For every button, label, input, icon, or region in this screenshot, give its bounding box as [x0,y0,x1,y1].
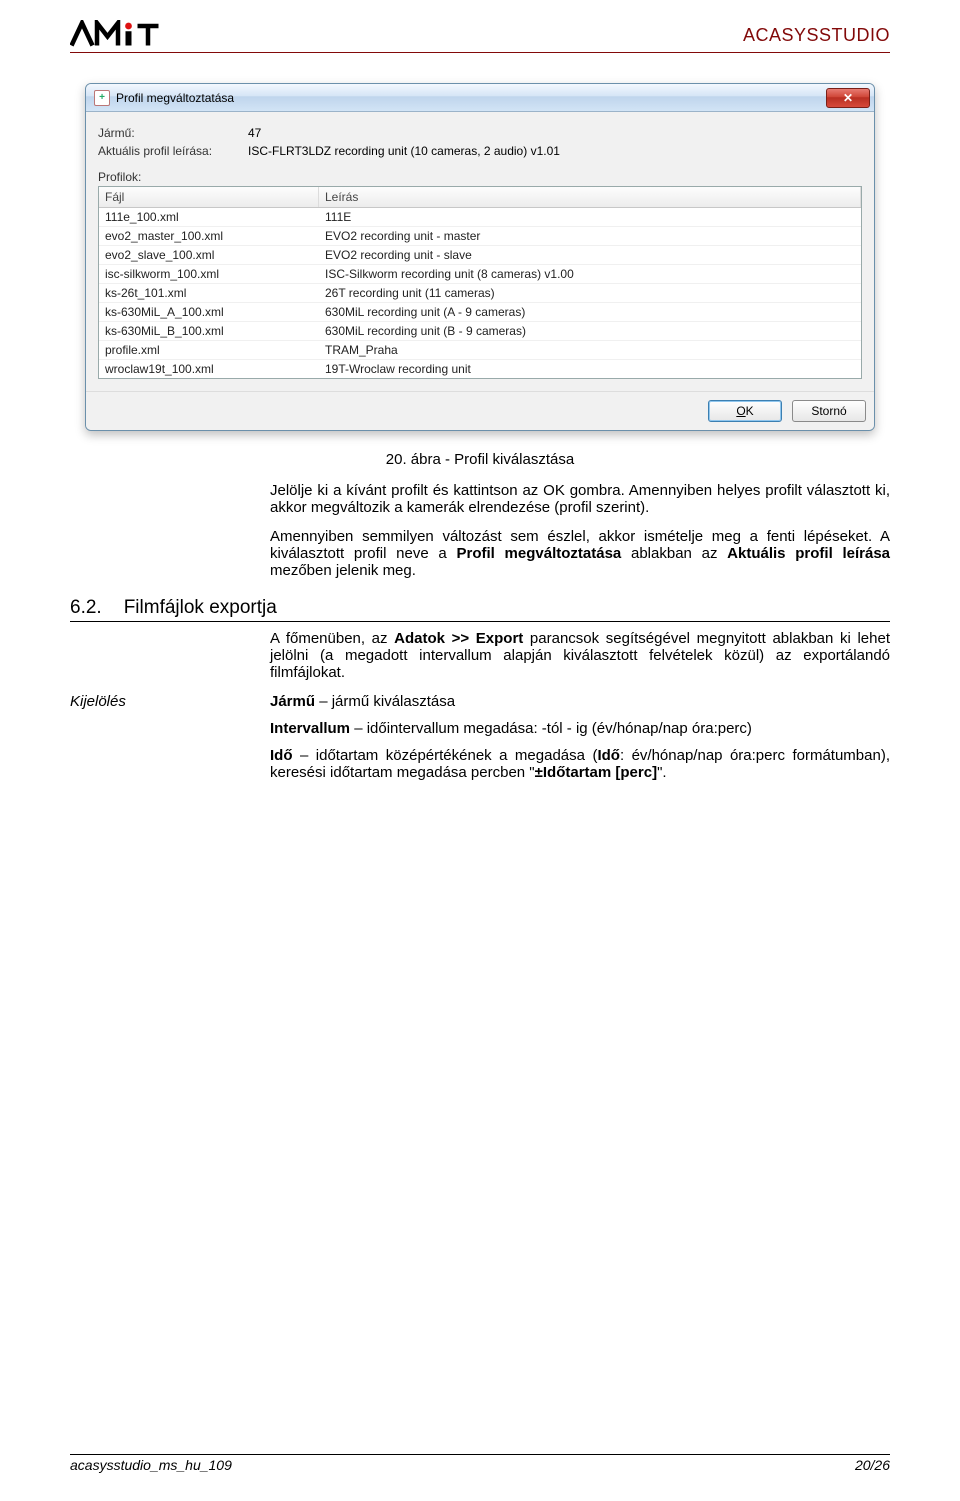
cell-desc: 630MiL recording unit (A - 9 cameras) [319,303,861,321]
cell-desc: 19T-Wroclaw recording unit [319,360,861,378]
cell-file: ks-630MiL_B_100.xml [99,322,319,340]
dialog-titlebar[interactable]: Profil megváltoztatása ✕ [86,84,874,112]
figure-caption: 20. ábra - Profil kiválasztása [70,451,890,468]
table-row[interactable]: evo2_master_100.xmlEVO2 recording unit -… [99,227,861,246]
table-row[interactable]: profile.xmlTRAM_Praha [99,341,861,360]
kijeloles-body: Jármű – jármű kiválasztása Intervallum –… [270,693,890,791]
cell-desc: 26T recording unit (11 cameras) [319,284,861,302]
cell-file: isc-silkworm_100.xml [99,265,319,283]
page-footer: acasysstudio_ms_hu_109 20/26 [70,1454,890,1473]
profiles-label: Profilok: [98,170,862,184]
cell-file: ks-26t_101.xml [99,284,319,302]
desc-label: Aktuális profil leírása: [98,144,248,158]
cell-desc: 630MiL recording unit (B - 9 cameras) [319,322,861,340]
grid-header: Fájl Leírás [99,187,861,208]
cell-file: wroclaw19t_100.xml [99,360,319,378]
kijeloles-label: Kijelölés [70,693,270,791]
cell-file: 111e_100.xml [99,208,319,226]
cell-file: profile.xml [99,341,319,359]
table-row[interactable]: isc-silkworm_100.xmlISC-Silkworm recordi… [99,265,861,284]
table-row[interactable]: ks-26t_101.xml26T recording unit (11 cam… [99,284,861,303]
paragraph-3: A főmenüben, az Adatok >> Export parancs… [270,630,890,681]
table-row[interactable]: ks-630MiL_A_100.xml630MiL recording unit… [99,303,861,322]
desc-value: ISC-FLRT3LDZ recording unit (10 cameras,… [248,144,560,158]
page-header: ACASYSSTUDIO [70,20,890,53]
dialog-icon [94,90,110,106]
section-title: Filmfájlok exportja [124,597,277,619]
footer-right: 20/26 [855,1457,890,1473]
section-number: 6.2. [70,597,102,619]
table-row[interactable]: wroclaw19t_100.xml19T-Wroclaw recording … [99,360,861,378]
close-icon[interactable]: ✕ [826,88,870,108]
vehicle-value: 47 [248,126,261,140]
footer-left: acasysstudio_ms_hu_109 [70,1457,232,1473]
cancel-button[interactable]: Stornó [792,400,866,422]
cell-desc: EVO2 recording unit - slave [319,246,861,264]
ok-button[interactable]: OK [708,400,782,422]
vehicle-label: Jármű: [98,126,248,140]
vehicle-row: Jármű: 47 [98,126,862,140]
col-desc[interactable]: Leírás [319,187,861,207]
amit-logo [70,20,190,50]
cell-desc: ISC-Silkworm recording unit (8 cameras) … [319,265,861,283]
cell-desc: EVO2 recording unit - master [319,227,861,245]
profiles-grid[interactable]: Fájl Leírás 111e_100.xml111Eevo2_master_… [98,186,862,379]
profile-change-dialog: Profil megváltoztatása ✕ Jármű: 47 Aktuá… [85,83,875,431]
cell-desc: TRAM_Praha [319,341,861,359]
cell-desc: 111E [319,208,861,226]
table-row[interactable]: 111e_100.xml111E [99,208,861,227]
dialog-title: Profil megváltoztatása [116,91,234,105]
desc-row: Aktuális profil leírása: ISC-FLRT3LDZ re… [98,144,862,158]
table-row[interactable]: ks-630MiL_B_100.xml630MiL recording unit… [99,322,861,341]
paragraph-1: Jelölje ki a kívánt profilt és kattintso… [270,482,890,516]
paragraph-2: Amennyiben semmilyen változást sem észle… [270,528,890,579]
brand-title: ACASYSSTUDIO [743,25,890,46]
cell-file: ks-630MiL_A_100.xml [99,303,319,321]
section-heading: 6.2. Filmfájlok exportja [70,597,890,622]
cell-file: evo2_master_100.xml [99,227,319,245]
table-row[interactable]: evo2_slave_100.xmlEVO2 recording unit - … [99,246,861,265]
col-file[interactable]: Fájl [99,187,319,207]
cell-file: evo2_slave_100.xml [99,246,319,264]
